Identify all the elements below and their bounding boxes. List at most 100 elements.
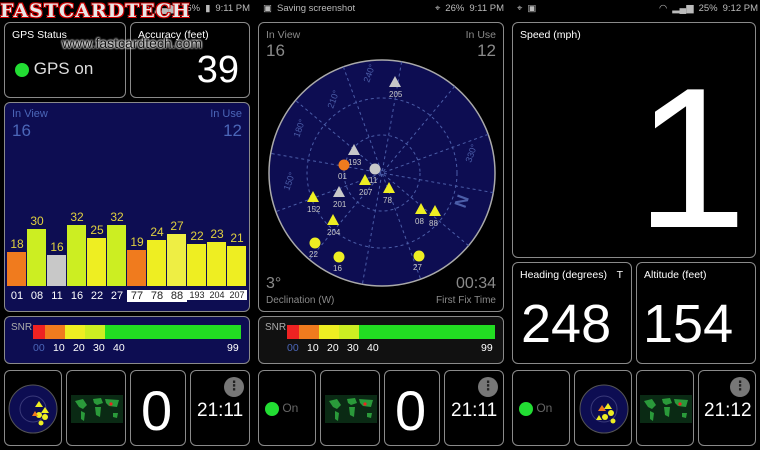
satellite-marker (333, 251, 345, 263)
heading-value: 248 (521, 294, 612, 354)
status-bar-middle: ▣ Saving screenshot ⌖ 26% 9:11 PM (258, 0, 504, 16)
satellite-marker-label: 08 (415, 217, 424, 226)
signal-bar (207, 242, 226, 286)
in-use-count: 12 (223, 121, 242, 140)
satellite-id-label: 27 (110, 290, 124, 302)
signal-bar-value: 25 (90, 223, 104, 238)
clock-tile[interactable]: ⋮ 21:11 (190, 370, 250, 446)
satellite-id-label: 01 (10, 290, 24, 302)
location-icon: ⌖ (517, 2, 523, 14)
satellite-marker-label: 01 (338, 172, 347, 181)
world-map-tile[interactable] (320, 370, 380, 446)
world-map-tile[interactable] (636, 370, 694, 446)
snr-tick: 20 (327, 342, 339, 354)
signal-bar-value: 27 (170, 219, 184, 234)
snr-tick: 30 (93, 342, 105, 354)
mini-radar-tile[interactable] (4, 370, 62, 446)
snr-label: SNR (11, 322, 33, 333)
heading-true-flag: T (616, 269, 623, 281)
accuracy-tile[interactable]: Accuracy (feet) 39 (130, 22, 250, 98)
battery-icon: ▮ (205, 2, 211, 14)
satellite-id-label: 22 (90, 290, 104, 302)
counter-tile[interactable]: 0 (130, 370, 186, 446)
satellite-marker-label: 27 (413, 263, 422, 272)
signal-bar-value: 30 (30, 213, 44, 228)
screenshot-icon: ▣ (263, 2, 272, 14)
snr-tick: 99 (227, 342, 239, 354)
signal-bar (147, 240, 166, 286)
image-icon: ▣ (527, 2, 537, 14)
overflow-menu-button[interactable]: ⋮ (478, 377, 498, 397)
mini-radar-icon (579, 384, 629, 434)
satellite-id-label: 11 (51, 290, 63, 302)
snr-legend: SNR 00 10 20 30 40 99 (258, 316, 504, 364)
gps-status-value: GPS on (33, 59, 94, 78)
signal-bar-value: 22 (190, 228, 204, 243)
gps-on-indicator (519, 401, 533, 416)
speed-value: 1 (635, 47, 747, 258)
satellite-marker-label: 205 (389, 90, 403, 99)
counter-value: 0 (141, 379, 173, 442)
gps-status-mini-tile[interactable]: On (512, 370, 570, 446)
counter-tile[interactable]: 0 (384, 370, 440, 446)
signal-bar-value: 23 (210, 227, 224, 242)
signal-bar-value: 16 (50, 240, 64, 255)
satellite-ids: 01 08 11 16 22 27 77 78 88 193 204 207 (7, 290, 247, 306)
declination-value: 3° (266, 275, 282, 292)
gps-status-mini: On (265, 401, 298, 416)
satellite-marker-label: 78 (383, 196, 392, 205)
snr-tick: 40 (113, 342, 125, 354)
gps-on-label: On (282, 401, 299, 415)
gps-status-mini-tile[interactable]: On (258, 370, 316, 446)
clock-tile[interactable]: ⋮ 21:11 (444, 370, 504, 446)
signal-icon: ▂▄▆ (672, 2, 694, 14)
snr-tick: 00 (287, 342, 299, 354)
snr-label: SNR (265, 322, 287, 333)
watermark-brand: FASTCARDTECH (0, 0, 191, 22)
gps-on-label: On (536, 401, 553, 415)
satellite-marker-label: 152 (307, 205, 321, 214)
snr-tick: 20 (73, 342, 85, 354)
altitude-tile[interactable]: Altitude (feet) 154 (636, 262, 756, 364)
satellite-marker-label: 16 (333, 264, 342, 273)
altitude-label: Altitude (feet) (644, 269, 707, 281)
skyview-tile[interactable]: In View 16 In Use 12 240° 210° 180° 150°… (258, 22, 504, 312)
world-map-tile[interactable] (66, 370, 126, 446)
satellite-marker (369, 163, 381, 175)
mini-radar-tile[interactable] (574, 370, 632, 446)
clock-tile[interactable]: ⋮ 21:12 (698, 370, 756, 446)
in-view-label: In View (12, 108, 48, 120)
signal-bar-value: 32 (110, 209, 124, 224)
snr-tick: 00 (33, 342, 45, 354)
gps-status-value-row: GPS on (15, 59, 93, 79)
satellite-id-label: 08 (30, 290, 44, 302)
satellite-marker-label: 204 (327, 228, 341, 237)
signal-bar (67, 224, 86, 286)
signal-bar-value: 24 (150, 225, 164, 240)
watermark-url: www.fastcardtech.com (62, 35, 203, 51)
satellite-signal-chart[interactable]: In View 16 In Use 12 18 30 16 32 25 32 19 24 27 2… (4, 102, 250, 312)
satellite-id-label: 78 (147, 290, 167, 302)
gps-status-tile[interactable]: GPS Status GPS on (4, 22, 126, 98)
heading-label: Heading (degrees) (520, 269, 607, 281)
accuracy-value: 39 (196, 49, 239, 91)
first-fix-value: 00:34 (455, 275, 496, 292)
declination-label: Declination (W) (266, 295, 335, 306)
overflow-menu-button[interactable]: ⋮ (224, 377, 244, 397)
first-fix-label: First Fix Time (436, 295, 496, 306)
battery-percent: 25% (698, 2, 718, 14)
battery-percent: 26% (445, 2, 465, 14)
heading-tile[interactable]: Heading (degrees) T 248 (512, 262, 632, 364)
in-use-label: In Use (210, 108, 242, 120)
satellite-marker (309, 237, 321, 249)
satellite-marker (338, 159, 350, 171)
satellite-marker-label: 207 (359, 188, 373, 197)
speed-label: Speed (mph) (520, 29, 581, 41)
signal-bar (127, 249, 146, 286)
snr-tick: 99 (481, 342, 493, 354)
overflow-menu-button[interactable]: ⋮ (730, 377, 750, 397)
speed-tile[interactable]: Speed (mph) 1 (512, 22, 756, 258)
location-icon: ⌖ (434, 2, 441, 14)
gps-on-indicator (265, 401, 279, 416)
mini-radar-icon (8, 384, 58, 434)
